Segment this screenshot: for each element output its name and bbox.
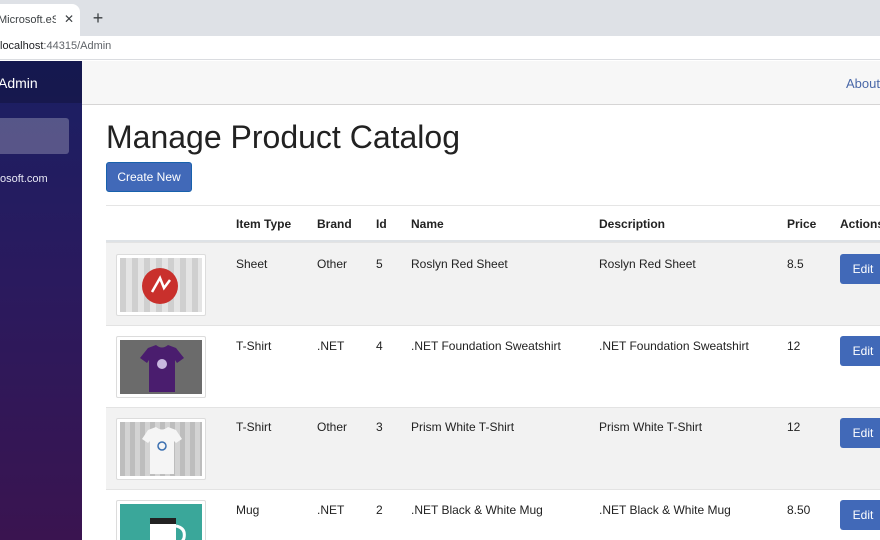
url-host: localhost [0, 40, 44, 52]
cell-price: 12 [787, 420, 801, 434]
cell-id: 3 [376, 420, 383, 434]
mug-icon [150, 518, 186, 540]
mug-image [116, 500, 206, 540]
cell-brand: Other [317, 420, 348, 434]
column-header-name: Name [411, 217, 444, 231]
cell-id: 2 [376, 503, 383, 517]
table-row: Mug .NET 2 .NET Black & White Mug .NET B… [106, 489, 880, 540]
url-text[interactable]: localhost:44315/Admin [0, 40, 111, 52]
create-new-button[interactable]: Create New [106, 162, 192, 192]
page-title: Manage Product Catalog [106, 119, 460, 155]
tshirt-icon [142, 427, 182, 474]
table-header: Item Type Brand Id Name Description Pric… [106, 205, 880, 242]
sidebar: Admin osoft.com [0, 61, 82, 540]
cell-price: 8.5 [787, 257, 804, 271]
white-tshirt-image [116, 418, 206, 480]
address-bar[interactable]: localhost:44315/Admin [0, 36, 880, 60]
red-sheet-icon [142, 268, 178, 304]
cell-brand: .NET [317, 503, 345, 517]
sweatshirt-icon [140, 345, 184, 392]
cell-name: Prism White T-Shirt [411, 420, 515, 434]
edit-button[interactable]: Edit [840, 254, 880, 284]
about-link[interactable]: About [846, 76, 880, 91]
cell-price: 8.50 [787, 503, 811, 517]
edit-button[interactable]: Edit [840, 500, 880, 530]
browser-tab[interactable]: Microsoft.eSh ✕ [0, 4, 80, 36]
column-header-price: Price [787, 217, 817, 231]
column-header-actions: Actions [840, 217, 880, 231]
cell-item-type: Mug [236, 503, 260, 517]
cell-id: 4 [376, 339, 383, 353]
sidebar-user-email[interactable]: osoft.com [0, 173, 48, 185]
cell-brand: Other [317, 257, 348, 271]
cell-item-type: T-Shirt [236, 339, 272, 353]
table-row: Sheet Other 5 Roslyn Red Sheet Roslyn Re… [106, 242, 880, 325]
sidebar-title: Admin [0, 75, 38, 91]
cell-name: .NET Foundation Sweatshirt [411, 339, 561, 353]
cell-item-type: T-Shirt [236, 420, 272, 434]
column-header-brand: Brand [317, 217, 352, 231]
column-header-id: Id [376, 217, 387, 231]
cell-id: 5 [376, 257, 383, 271]
cell-name: Roslyn Red Sheet [411, 257, 508, 271]
cell-description: .NET Black & White Mug [599, 503, 731, 517]
close-icon[interactable]: ✕ [62, 12, 76, 26]
top-navbar: About [82, 61, 880, 105]
browser-tabstrip: Microsoft.eSh ✕ + [0, 0, 880, 36]
table-row: T-Shirt .NET 4 .NET Foundation Sweatshir… [106, 325, 880, 407]
cell-name: .NET Black & White Mug [411, 503, 543, 517]
cell-description: Prism White T-Shirt [599, 420, 703, 434]
edit-button[interactable]: Edit [840, 336, 880, 366]
cell-description: .NET Foundation Sweatshirt [599, 339, 749, 353]
cell-brand: .NET [317, 339, 345, 353]
purple-sweatshirt-image [116, 336, 206, 398]
table-row: T-Shirt Other 3 Prism White T-Shirt Pris… [106, 407, 880, 489]
column-header-description: Description [599, 217, 666, 231]
cell-price: 12 [787, 339, 801, 353]
sidebar-item-active[interactable] [0, 118, 69, 154]
column-header-item-type: Item Type [236, 217, 292, 231]
cell-description: Roslyn Red Sheet [599, 257, 696, 271]
new-tab-button[interactable]: + [88, 8, 108, 28]
cell-item-type: Sheet [236, 257, 268, 271]
sidebar-brand[interactable]: Admin [0, 61, 82, 103]
tab-title: Microsoft.eSh [0, 14, 56, 26]
red-sheet-image [116, 254, 206, 316]
url-path: :44315/Admin [43, 40, 112, 52]
edit-button[interactable]: Edit [840, 418, 880, 448]
